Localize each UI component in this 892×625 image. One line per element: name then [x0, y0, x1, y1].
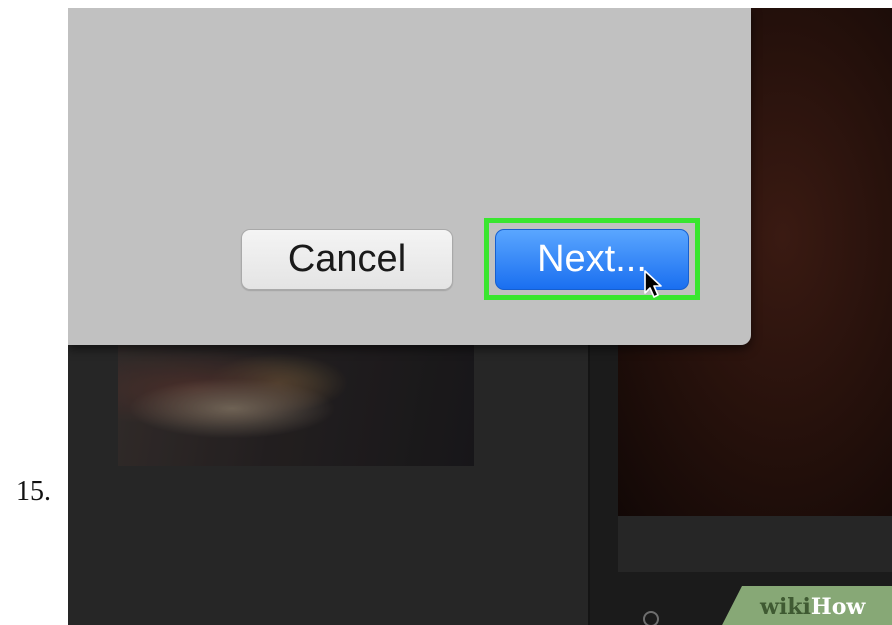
mouse-pointer-icon — [644, 270, 662, 298]
photo-thumbnail[interactable] — [118, 338, 474, 466]
video-controls-bar — [618, 516, 892, 572]
watermark-logo: wikiHow — [760, 596, 865, 618]
watermark-wiki: wiki — [760, 594, 811, 620]
watermark-how: How — [810, 594, 866, 620]
playback-control-icon[interactable] — [643, 611, 659, 625]
step-number: 15. — [16, 476, 51, 507]
screenshot: Cancel Next... wikiHow — [68, 8, 892, 625]
cancel-button[interactable]: Cancel — [241, 229, 453, 290]
